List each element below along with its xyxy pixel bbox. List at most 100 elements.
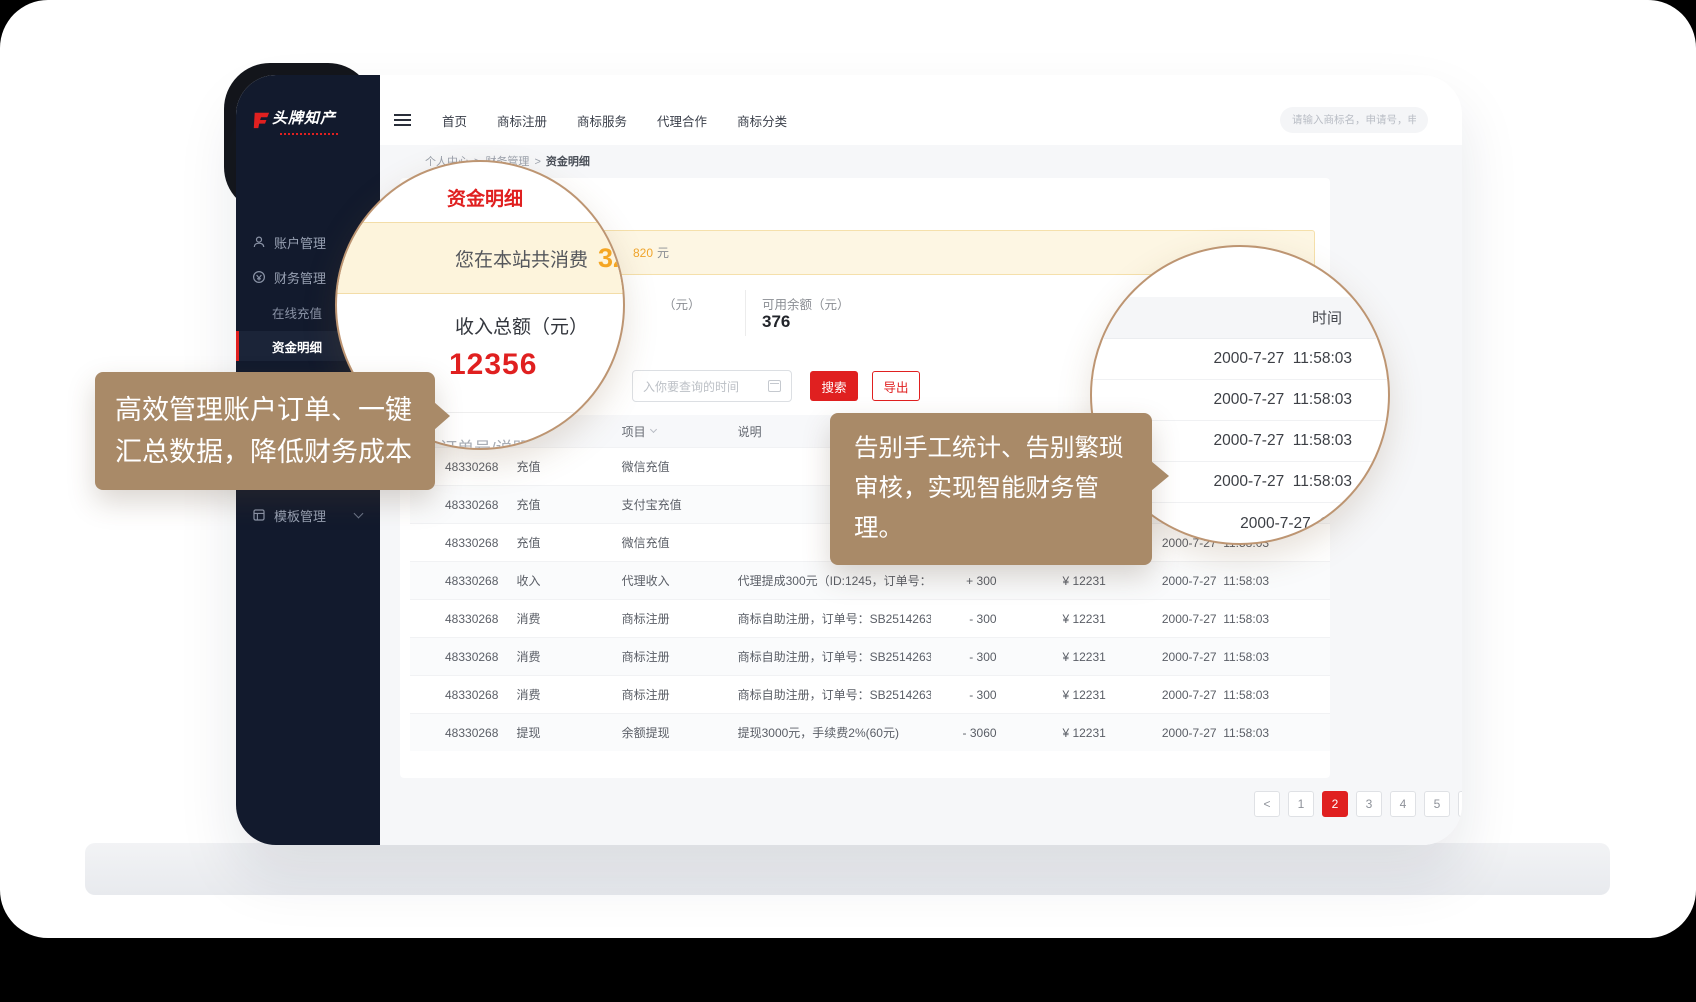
template-icon bbox=[252, 508, 266, 522]
pagination-page[interactable]: 2 bbox=[1322, 791, 1348, 817]
cell-desc: 商标自助注册，订单号：SB2514263J bbox=[738, 648, 931, 665]
magnified-time-row: 2000-7-27 11:58:03 bbox=[1092, 339, 1388, 380]
table-row: 48330268 消费 商标注册 商标自助注册，订单号：SB2514263J -… bbox=[410, 637, 1330, 675]
pagination: < 12345 > bbox=[1254, 791, 1462, 817]
cell-order: 48330268 bbox=[410, 688, 516, 702]
magnified-time-header: 时间 bbox=[1092, 297, 1388, 339]
cell-type: 充值 bbox=[516, 534, 621, 551]
cell-order: 48330268 bbox=[410, 574, 516, 588]
sort-caret-icon bbox=[650, 426, 657, 433]
cell-type: 消费 bbox=[516, 686, 621, 703]
trademark-search-input[interactable] bbox=[1280, 107, 1428, 133]
cell-balance: ¥ 12231 bbox=[997, 650, 1106, 664]
top-navbar: 首页 商标注册 商标服务 代理合作 商标分类 bbox=[380, 96, 1462, 145]
pagination-page[interactable]: 3 bbox=[1356, 791, 1382, 817]
sidebar-subitem-label: 在线充值 bbox=[272, 303, 322, 322]
nav-item-trademark-category[interactable]: 商标分类 bbox=[737, 111, 787, 130]
cell-project: 微信充值 bbox=[622, 458, 738, 475]
search-button[interactable]: 搜索 bbox=[810, 371, 858, 401]
cell-time: 2000-7-27 11:58:03 bbox=[1162, 688, 1330, 702]
cell-balance: ¥ 12231 bbox=[997, 688, 1106, 702]
pagination-page[interactable]: 4 bbox=[1390, 791, 1416, 817]
cell-order: 48330268 bbox=[410, 536, 516, 550]
cell-desc: 商标自助注册，订单号：SB2514263J bbox=[738, 610, 931, 627]
stat-balance-label: 可用余额（元） bbox=[762, 294, 850, 313]
cell-desc: 商标自助注册，订单号：SB2514263J bbox=[738, 686, 931, 703]
tooltip-line: 高效管理账户订单、一键 bbox=[115, 389, 415, 431]
tooltip-line: 审核，实现智能财务管 bbox=[854, 469, 1128, 509]
logo-icon bbox=[252, 111, 266, 125]
logo-caption-decoration bbox=[280, 133, 338, 135]
pagination-page[interactable]: 5 bbox=[1424, 791, 1450, 817]
cell-time: 2000-7-27 11:58:03 bbox=[1162, 574, 1330, 588]
magnified-income-label: 收入总额（元） bbox=[455, 312, 588, 339]
logo[interactable]: 头牌知产 bbox=[252, 107, 336, 128]
chevron-down-icon bbox=[354, 509, 364, 519]
calendar-icon bbox=[768, 380, 781, 392]
cell-order: 48330268 bbox=[410, 498, 516, 512]
cell-project: 余额提现 bbox=[622, 724, 738, 741]
pagination-prev-button[interactable]: < bbox=[1254, 791, 1280, 817]
magnified-consume-banner: 您在本站共消费 32124 bbox=[337, 222, 623, 294]
nav-item-trademark-service[interactable]: 商标服务 bbox=[577, 111, 627, 130]
banner-unit: 元 bbox=[657, 244, 669, 261]
sidebar-item-template[interactable]: 模板管理 bbox=[236, 500, 380, 530]
laptop-base bbox=[85, 843, 1610, 895]
cell-project: 商标注册 bbox=[622, 686, 738, 703]
cell-order: 48330268 bbox=[410, 612, 516, 626]
table-row: 48330268 收入 代理收入 代理提成300元（ID:1245，订单号：SB… bbox=[410, 561, 1330, 599]
cell-amount: - 3060 bbox=[931, 726, 997, 740]
magnified-keyword-placeholder: 订单号/说明关键 bbox=[440, 434, 564, 450]
user-icon bbox=[252, 235, 266, 249]
breadcrumb-item-current: 资金明细 bbox=[546, 156, 590, 168]
breadcrumb-separator: > bbox=[534, 156, 540, 168]
cell-amount: - 300 bbox=[931, 650, 997, 664]
cell-project: 支付宝充值 bbox=[622, 496, 738, 513]
banner-amount-fragment: 820 bbox=[633, 246, 653, 260]
cell-type: 收入 bbox=[516, 572, 621, 589]
finance-icon bbox=[252, 270, 266, 284]
pagination-next-button[interactable]: > bbox=[1458, 791, 1462, 817]
sidebar-item-label: 账户管理 bbox=[274, 233, 326, 252]
stat-consume-label-fragment: （元） bbox=[663, 294, 701, 313]
export-button[interactable]: 导出 bbox=[872, 371, 920, 401]
cell-project: 商标注册 bbox=[622, 648, 738, 665]
header-project[interactable]: 项目 bbox=[622, 423, 738, 440]
nav-item-home[interactable]: 首页 bbox=[442, 111, 467, 130]
nav-item-agent-coop[interactable]: 代理合作 bbox=[657, 111, 707, 130]
magnified-tab-fragment: 资金明细 bbox=[447, 184, 523, 211]
tooltip-arrow-icon bbox=[434, 402, 450, 430]
cell-time: 2000-7-27 11:58:03 bbox=[1162, 726, 1330, 740]
cell-balance: ¥ 12231 bbox=[997, 726, 1106, 740]
cell-balance: ¥ 12231 bbox=[997, 574, 1106, 588]
tooltip-arrow-icon bbox=[1151, 461, 1169, 491]
cell-amount: - 300 bbox=[931, 688, 997, 702]
magnified-consume-amount: 32124 bbox=[598, 243, 625, 274]
nav-item-trademark-register[interactable]: 商标注册 bbox=[497, 111, 547, 130]
tooltip-line: 理。 bbox=[854, 509, 1128, 549]
nav-items: 首页 商标注册 商标服务 代理合作 商标分类 bbox=[442, 96, 787, 145]
date-range-input[interactable]: 入你要查询的时间 bbox=[632, 370, 792, 402]
stage: 头牌知产 账户管理 财务管理 在线充值 资金明细 bbox=[0, 0, 1696, 1002]
cell-type: 消费 bbox=[516, 610, 621, 627]
date-input-placeholder: 入你要查询的时间 bbox=[643, 378, 768, 395]
sidebar-item-label: 模板管理 bbox=[274, 506, 326, 525]
pagination-page[interactable]: 1 bbox=[1288, 791, 1314, 817]
logo-text: 头牌知产 bbox=[272, 107, 336, 128]
cell-desc: 提现3000元，手续费2%(60元) bbox=[738, 724, 931, 741]
cell-project: 代理收入 bbox=[622, 572, 738, 589]
pagination-pages: 12345 bbox=[1288, 791, 1450, 817]
table-row: 48330268 消费 商标注册 商标自助注册，订单号：SB2514263J -… bbox=[410, 675, 1330, 713]
magnified-consume-prefix: 您在本站共消费 bbox=[455, 245, 588, 272]
tooltip-line: 汇总数据，降低财务成本 bbox=[115, 431, 415, 473]
consume-banner-visible-text: 820 元 bbox=[633, 231, 669, 274]
hamburger-menu-icon[interactable] bbox=[394, 114, 411, 127]
tooltip-line: 告别手工统计、告别繁琐 bbox=[854, 429, 1128, 469]
cell-type: 充值 bbox=[516, 458, 621, 475]
tooltip-right: 告别手工统计、告别繁琐 审核，实现智能财务管 理。 bbox=[830, 413, 1152, 565]
cell-time: 2000-7-27 11:58:03 bbox=[1162, 612, 1330, 626]
cell-time: 2000-7-27 11:58:03 bbox=[1162, 650, 1330, 664]
magnified-income-value: 12356 bbox=[449, 348, 537, 382]
cell-balance: ¥ 12231 bbox=[997, 612, 1106, 626]
cell-amount: - 300 bbox=[931, 612, 997, 626]
